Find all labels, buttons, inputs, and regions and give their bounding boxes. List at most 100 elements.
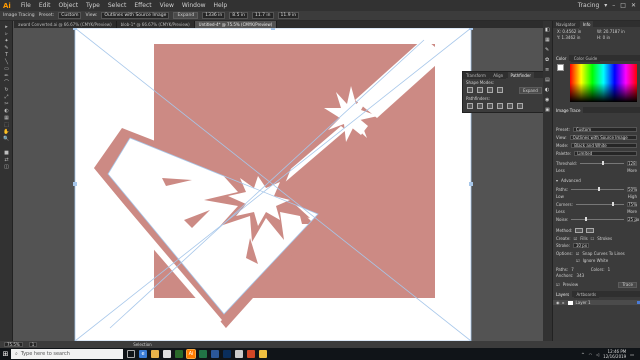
trace-preset-select[interactable]: Custom xyxy=(572,127,637,132)
paths-value[interactable]: 50% xyxy=(627,187,637,192)
tab-color-guide[interactable]: Color Guide xyxy=(570,55,601,62)
artboard-tool-icon[interactable]: ⬚ xyxy=(3,123,10,128)
zoom-field[interactable]: 75.5% xyxy=(4,342,23,347)
merge-icon[interactable] xyxy=(487,103,493,109)
paintbrush-tool-icon[interactable]: ⌒ xyxy=(3,81,10,86)
menu-object[interactable]: Object xyxy=(55,2,83,9)
control-preset-select[interactable]: Custom xyxy=(58,12,82,19)
symbols-panel-icon[interactable]: ✿ xyxy=(545,57,549,63)
color-panel-icon[interactable]: ◧ xyxy=(545,27,550,33)
selection-tool-icon[interactable]: ▸ xyxy=(3,25,10,30)
scissors-tool-icon[interactable]: ✂ xyxy=(3,102,10,107)
snap-checkbox[interactable]: ☑ xyxy=(576,251,580,256)
paths-slider[interactable] xyxy=(571,187,624,191)
illustrator-taskbar-icon[interactable]: Ai xyxy=(186,349,196,359)
trace-view-select[interactable]: Outlines with Source Image xyxy=(569,135,637,140)
tab-align[interactable]: Align xyxy=(490,72,507,79)
tab-award[interactable]: award Converted.ai @ 66.67% (CMYK/Previe… xyxy=(14,21,117,28)
menu-effect[interactable]: Effect xyxy=(130,2,155,9)
intersect-icon[interactable] xyxy=(487,87,493,93)
workspace-switcher[interactable]: Tracing xyxy=(578,2,600,9)
advanced-toggle[interactable]: ▾ Advanced xyxy=(556,178,637,183)
crop-icon[interactable] xyxy=(497,103,503,109)
swap-colors-icon[interactable]: ⇄ xyxy=(3,158,10,163)
task-view-icon[interactable] xyxy=(127,350,135,358)
powerpoint-icon[interactable] xyxy=(247,350,255,358)
trace-mode-select[interactable]: Black and White xyxy=(571,143,637,148)
tab-transform[interactable]: Transform xyxy=(463,72,489,79)
exclude-icon[interactable] xyxy=(497,87,503,93)
excel-icon[interactable] xyxy=(175,350,183,358)
corners-slider[interactable] xyxy=(575,202,624,206)
strokes-checkbox[interactable]: ☐ xyxy=(591,236,595,241)
noise-value[interactable]: 25 px xyxy=(627,217,639,222)
stroke-value[interactable]: 10 px xyxy=(573,243,590,248)
tab-artboards[interactable]: Artboards xyxy=(573,291,600,298)
tab-navigator[interactable]: Navigator xyxy=(553,21,579,28)
fill-swatch-icon[interactable]: ■ xyxy=(3,151,10,156)
threshold-knob[interactable] xyxy=(602,161,605,165)
pathfinder-expand-button[interactable]: Expand xyxy=(519,87,542,94)
network-icon[interactable]: ◠ xyxy=(589,352,593,357)
corners-value[interactable]: 75% xyxy=(627,202,637,207)
pencil-tool-icon[interactable]: ✏ xyxy=(3,74,10,79)
w-field[interactable]: 11.7 in xyxy=(251,12,274,19)
chrome-icon[interactable] xyxy=(163,350,171,358)
tab-pathfinder[interactable]: Pathfinder xyxy=(507,72,535,79)
brushes-panel-icon[interactable]: ✎ xyxy=(545,47,549,53)
color-spectrum[interactable] xyxy=(570,64,637,102)
menu-select[interactable]: Select xyxy=(104,2,131,9)
mesh-tool-icon[interactable]: ▦ xyxy=(3,116,10,121)
minus-back-icon[interactable] xyxy=(517,103,523,109)
line-tool-icon[interactable]: ╲ xyxy=(3,60,10,65)
appearance-panel-icon[interactable]: ◉ xyxy=(545,97,549,103)
gradient-panel-icon[interactable]: ▤ xyxy=(545,77,550,83)
app-icon[interactable] xyxy=(235,350,243,358)
eye-icon[interactable]: ◉ xyxy=(556,300,560,305)
tab-untitled-4[interactable]: Untitled-4* @ 75.5% (CMYK/Preview) xyxy=(194,21,278,28)
control-view-select[interactable]: Outlines with Source Image xyxy=(101,12,170,19)
trim-icon[interactable] xyxy=(477,103,483,109)
tab-info[interactable]: Info xyxy=(579,21,594,28)
chevron-down-icon[interactable]: ▾ xyxy=(604,2,607,9)
menu-view[interactable]: View xyxy=(156,2,178,9)
method-abutting-icon[interactable] xyxy=(575,228,584,233)
layer-row[interactable]: ◉ ▸ Layer 1 xyxy=(553,300,640,305)
pen-tool-icon[interactable]: ✎ xyxy=(3,46,10,51)
type-tool-icon[interactable]: T xyxy=(3,53,10,58)
word-icon[interactable] xyxy=(211,350,219,358)
rectangle-tool-icon[interactable]: ▭ xyxy=(3,67,10,72)
direct-selection-tool-icon[interactable]: ▹ xyxy=(3,32,10,37)
expand-layer-icon[interactable]: ▸ xyxy=(563,300,565,305)
y-field[interactable]: 8.5 in xyxy=(229,12,248,19)
swatches-panel-icon[interactable]: ▦ xyxy=(545,37,550,43)
notifications-icon[interactable]: ▭ xyxy=(630,352,634,357)
preview-checkbox[interactable]: ☑ xyxy=(556,282,560,287)
tab-blob[interactable]: blob-1* @ 66.67% (CMYK/Preview) xyxy=(117,21,195,28)
menu-type[interactable]: Type xyxy=(82,2,104,9)
folder-icon[interactable] xyxy=(259,350,267,358)
hand-tool-icon[interactable]: ✋ xyxy=(3,130,10,135)
method-overlapping-icon[interactable] xyxy=(586,228,595,233)
volume-icon[interactable]: ◁ xyxy=(596,352,599,357)
expand-button[interactable]: Expand xyxy=(173,12,199,19)
photoshop-icon[interactable] xyxy=(223,350,231,358)
close-icon[interactable]: ✕ xyxy=(631,2,636,9)
magic-wand-tool-icon[interactable]: ✦ xyxy=(3,39,10,44)
windows-start-icon[interactable]: ⊞ xyxy=(0,348,11,360)
taskbar-search[interactable]: ⌕ Type here to search xyxy=(11,349,123,359)
fill-swatch[interactable] xyxy=(557,64,564,71)
transparency-panel-icon[interactable]: ◐ xyxy=(545,87,549,93)
noise-knob[interactable] xyxy=(584,217,587,221)
screen-mode-icon[interactable]: ◫ xyxy=(3,165,10,170)
tab-layers[interactable]: Layers xyxy=(553,291,573,298)
ignore-white-checkbox[interactable]: ☑ xyxy=(576,258,580,263)
menu-file[interactable]: File xyxy=(17,2,35,9)
noise-slider[interactable] xyxy=(571,217,624,221)
paths-knob[interactable] xyxy=(597,187,600,191)
rotate-tool-icon[interactable]: ↻ xyxy=(3,88,10,93)
threshold-slider[interactable] xyxy=(580,161,624,165)
stroke-panel-icon[interactable]: ≡ xyxy=(545,67,549,73)
minimize-icon[interactable]: – xyxy=(612,2,615,9)
file-explorer-icon[interactable] xyxy=(151,350,159,358)
